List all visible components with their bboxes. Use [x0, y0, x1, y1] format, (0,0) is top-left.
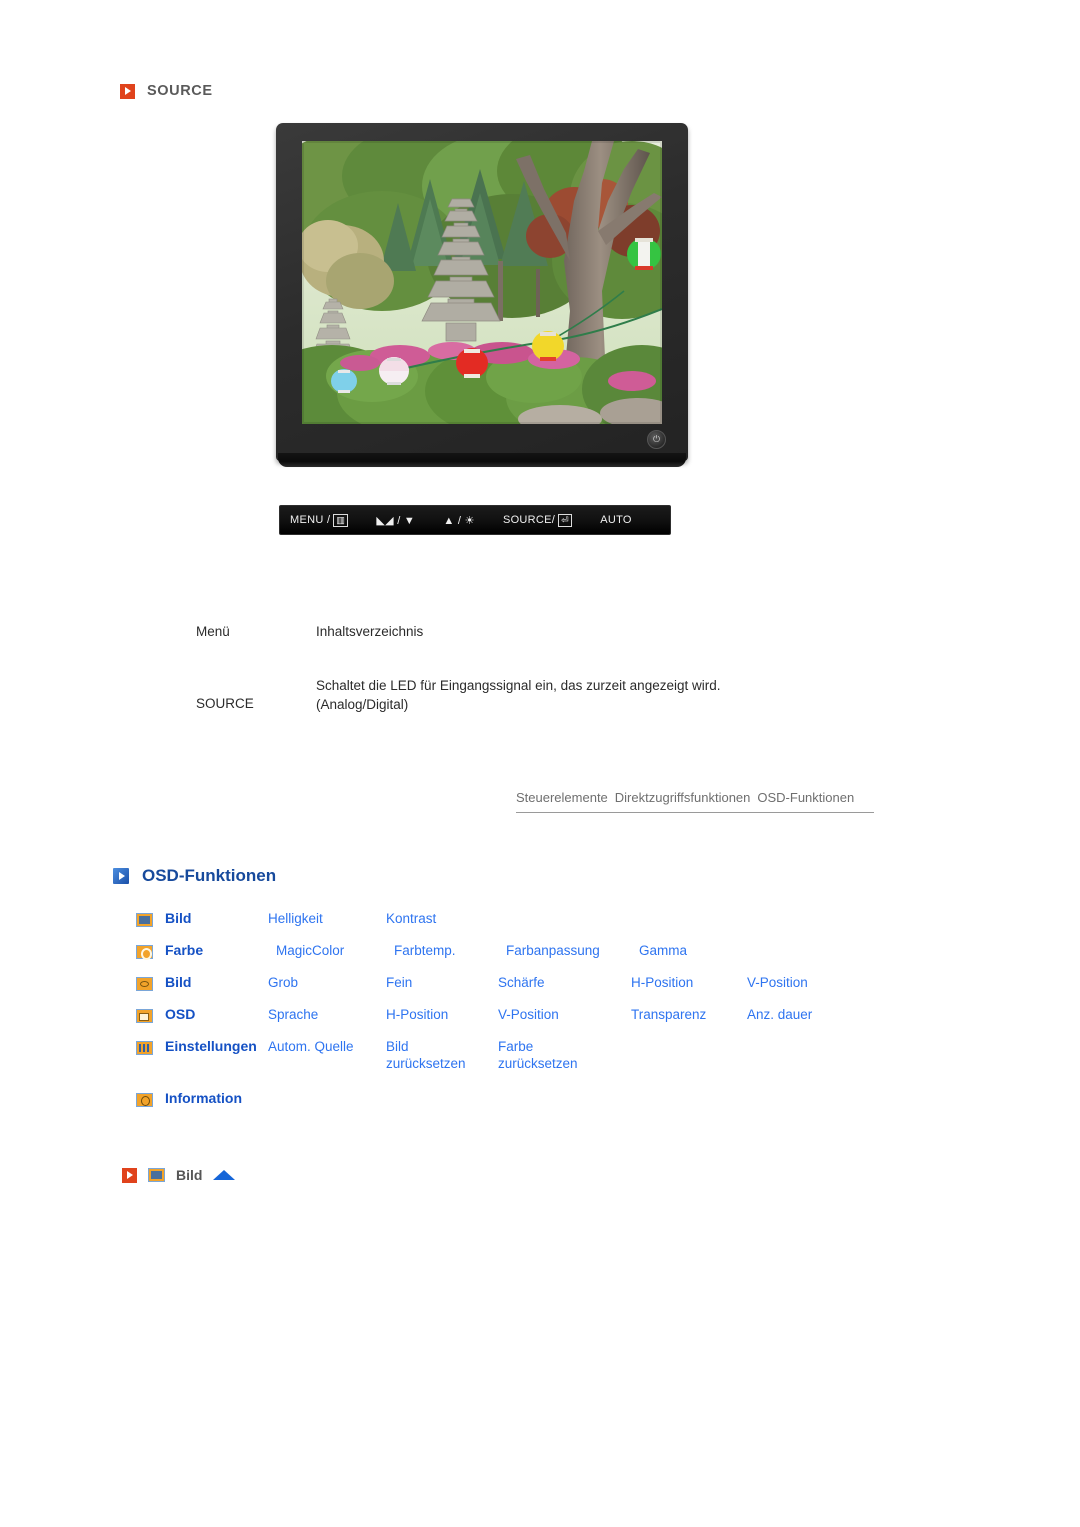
garden-photo	[302, 141, 662, 424]
osd-cell-fein[interactable]: Fein	[386, 974, 498, 991]
osd-cell-farbtemp[interactable]: Farbtemp.	[394, 942, 506, 959]
picture-icon	[136, 913, 153, 927]
osd-cell-autom-quelle[interactable]: Autom. Quelle	[268, 1038, 386, 1055]
button-menu-label: MENU /	[290, 514, 331, 526]
osd-cell-kontrast[interactable]: Kontrast	[386, 910, 498, 927]
osd-cell-schaerfe[interactable]: Schärfe	[498, 974, 631, 991]
osd-cell-helligkeit[interactable]: Helligkeit	[268, 910, 386, 927]
button-magic-down[interactable]: ◣◢ / ▼	[376, 514, 415, 527]
button-source-enter[interactable]: SOURCE/ ⏎	[502, 513, 572, 527]
osd-cell-grob[interactable]: Grob	[268, 974, 386, 991]
osd-row-label[interactable]: Bild	[153, 910, 268, 926]
osd-cell-h-position[interactable]: H-Position	[631, 974, 747, 991]
osd-cell-gamma[interactable]: Gamma	[639, 942, 687, 959]
button-up-brightness[interactable]: ▲ / ☀	[443, 514, 474, 527]
osd-row-label[interactable]: Farbe	[153, 942, 268, 958]
enter-icon: ⏎	[558, 513, 572, 527]
osd-cell-magiccolor[interactable]: MagicColor	[276, 942, 394, 959]
osd-cell-transparenz[interactable]: Transparenz	[631, 1006, 747, 1023]
menu-grid-icon: ▥	[333, 513, 349, 527]
source-section-heading: SOURCE	[120, 83, 213, 99]
osd-cell-farbanpassung[interactable]: Farbanpassung	[506, 942, 639, 959]
breadcrumb-direktzugriffsfunktionen[interactable]: Direktzugriffsfunktionen	[615, 790, 751, 805]
osd-cell-h-position[interactable]: H-Position	[386, 1006, 498, 1023]
osd-row-information: Information	[136, 1090, 956, 1122]
blue-play-badge-icon	[113, 868, 129, 884]
color-icon	[136, 945, 153, 960]
magic-down-icon: ◣◢ / ▼	[376, 514, 416, 527]
play-badge-icon	[122, 1167, 137, 1183]
osd-row-label[interactable]: OSD	[153, 1006, 268, 1022]
osd-row-osd: OSD Sprache H-Position V-Position Transp…	[136, 1006, 956, 1038]
row-contents-source: Schaltet die LED für Eingangssignal ein,…	[316, 678, 721, 712]
header-menu: Menü	[196, 624, 230, 639]
breadcrumb: Steuerelemente Direktzugriffsfunktionen …	[516, 790, 874, 813]
breadcrumb-steuerelemente[interactable]: Steuerelemente	[516, 790, 608, 805]
osd-cell-sprache[interactable]: Sprache	[268, 1006, 386, 1023]
table-header-row: Menü Inhaltsverzeichnis	[196, 624, 896, 676]
osd-cell-v-position[interactable]: V-Position	[498, 1006, 631, 1023]
up-triangle-icon[interactable]	[213, 1170, 236, 1180]
setup-icon	[136, 1041, 153, 1055]
page-title: SOURCE	[147, 83, 213, 99]
breadcrumb-osd-funktionen[interactable]: OSD-Funktionen	[757, 790, 854, 805]
breadcrumb-divider	[516, 812, 874, 813]
monitor-screen	[302, 141, 662, 424]
header-contents: Inhaltsverzeichnis	[316, 624, 424, 639]
picture-icon	[148, 1168, 165, 1182]
button-auto-label: AUTO	[600, 514, 632, 526]
osd-row-label[interactable]: Einstellungen	[153, 1038, 268, 1054]
osd-section-title: OSD-Funktionen	[142, 866, 277, 885]
row-menu-source: SOURCE	[196, 696, 254, 711]
up-brightness-icon: ▲ / ☀	[443, 514, 475, 527]
table-row: SOURCE Schaltet die LED für Eingangssign…	[196, 676, 896, 714]
osd-row-farbe: Farbe MagicColor Farbtemp. Farbanpassung…	[136, 942, 956, 974]
osd-row-einstellungen: Einstellungen Autom. Quelle Bild zurücks…	[136, 1038, 956, 1082]
osd-function-table: Bild Helligkeit Kontrast Farbe MagicColo…	[136, 910, 956, 1122]
monitor-button-bar: MENU / ▥ ◣◢ / ▼ ▲ / ☀ SOURCE/ ⏎ AUTO	[279, 505, 671, 535]
button-menu[interactable]: MENU / ▥	[290, 513, 349, 527]
play-badge-icon	[120, 83, 135, 99]
osd-cell-bild-zuruecksetzen[interactable]: Bild zurücksetzen	[386, 1038, 498, 1072]
info-icon	[136, 1093, 153, 1107]
monitor-bezel: ⏻	[276, 123, 688, 461]
image-icon	[136, 977, 153, 991]
osd-row-bild-1: Bild Helligkeit Kontrast	[136, 910, 956, 942]
osd-section-heading: OSD-Funktionen	[113, 866, 276, 886]
button-auto[interactable]: AUTO	[600, 514, 632, 526]
osd-row-label[interactable]: Information	[153, 1090, 268, 1106]
osd-cell-farbe-zuruecksetzen[interactable]: Farbe zurücksetzen	[498, 1038, 578, 1072]
bild-subsection-label: Bild	[176, 1167, 203, 1183]
osd-row-bild-2: Bild Grob Fein Schärfe H-Position V-Posi…	[136, 974, 956, 1006]
osd-cell-v-position[interactable]: V-Position	[747, 974, 808, 991]
power-button[interactable]: ⏻	[647, 430, 666, 449]
osd-row-label[interactable]: Bild	[153, 974, 268, 990]
monitor-base	[278, 453, 686, 467]
bild-subsection-anchor: Bild	[122, 1167, 236, 1183]
source-description-table: Menü Inhaltsverzeichnis SOURCE Schaltet …	[196, 624, 896, 714]
monitor-illustration: ⏻	[276, 123, 688, 478]
osd-cell-anz-dauer[interactable]: Anz. dauer	[747, 1006, 812, 1023]
osd-icon	[136, 1009, 153, 1023]
button-source-label: SOURCE/	[502, 514, 556, 526]
